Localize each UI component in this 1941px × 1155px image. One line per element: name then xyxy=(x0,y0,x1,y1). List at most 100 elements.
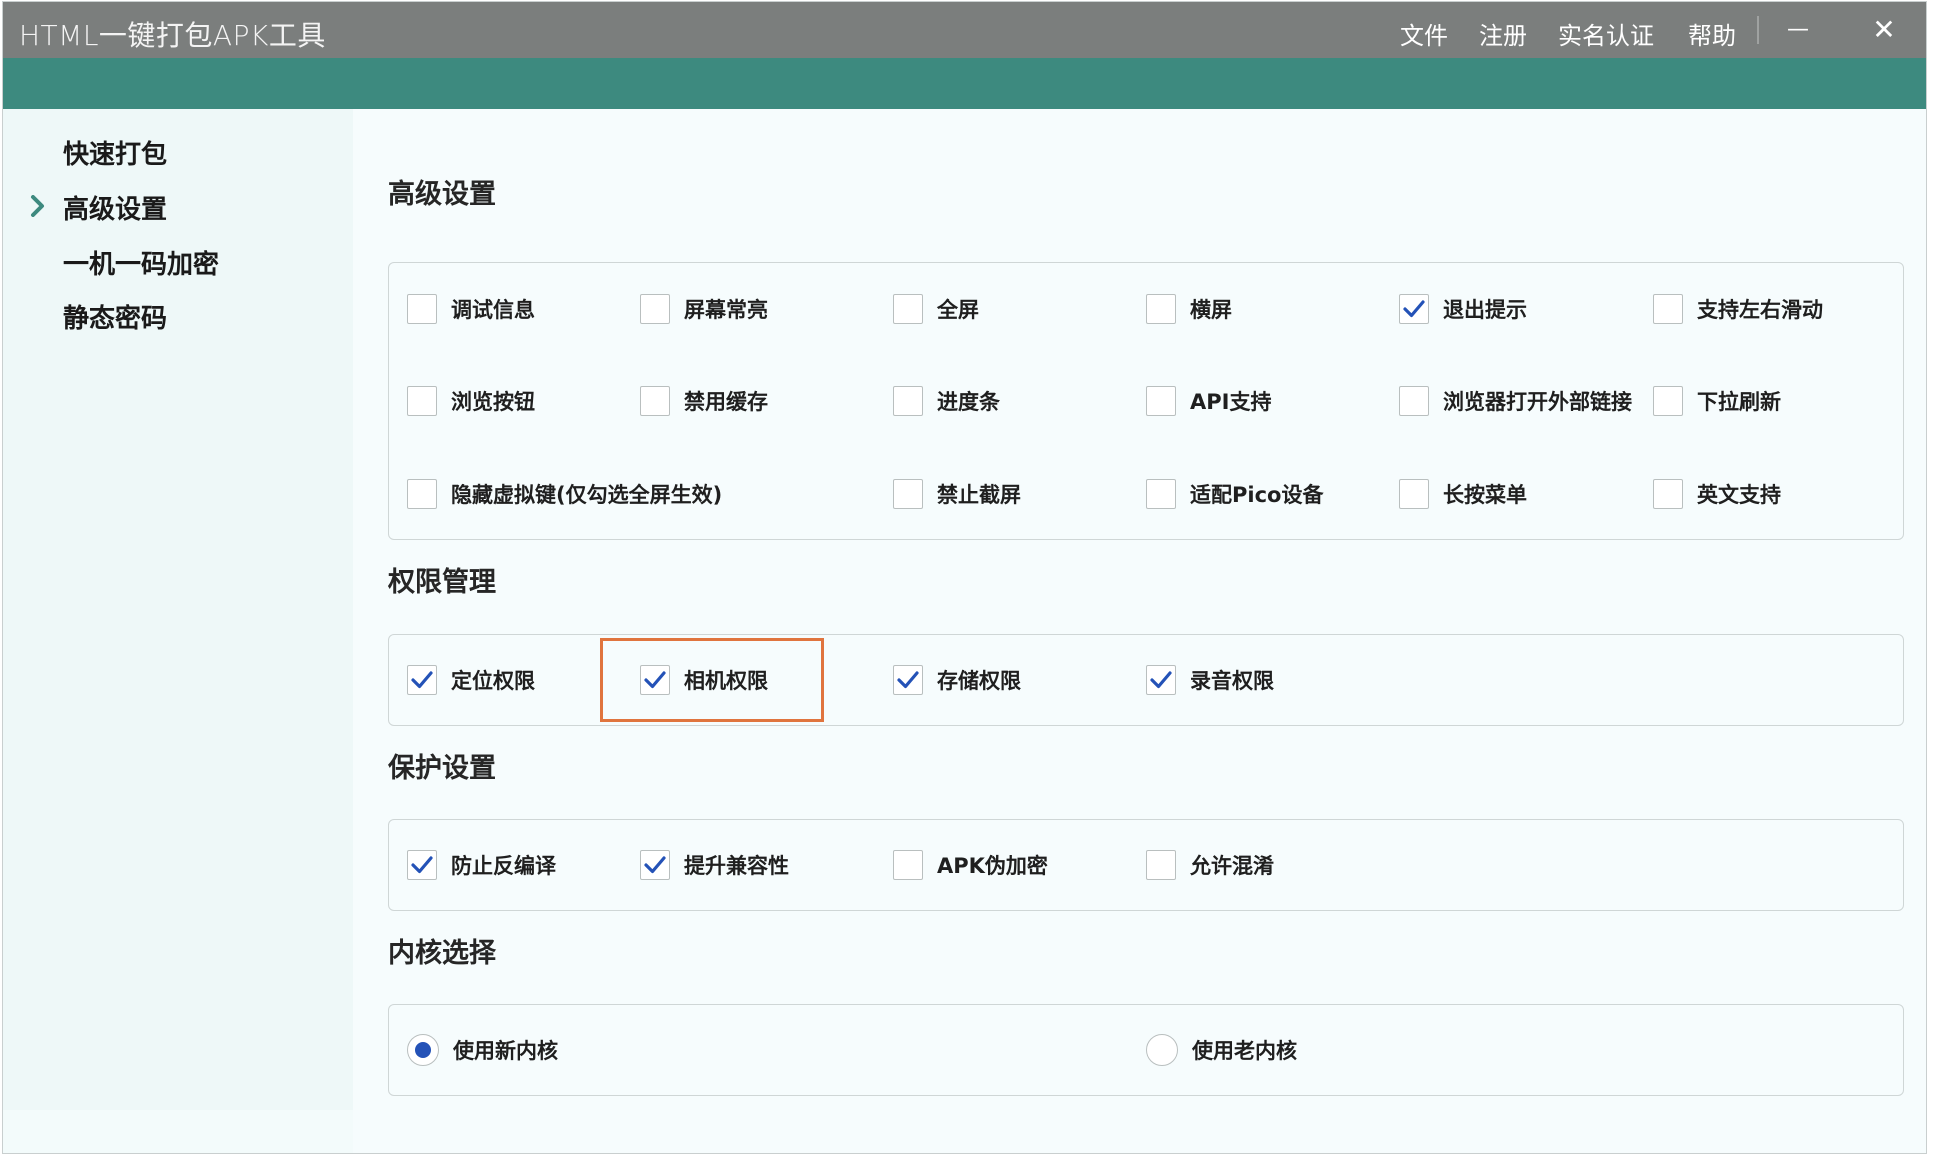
checkbox[interactable] xyxy=(1146,850,1176,880)
checkbox[interactable] xyxy=(407,665,437,695)
checkbox[interactable] xyxy=(407,479,437,509)
option-label: 调试信息 xyxy=(451,298,535,322)
checkbox-option[interactable]: 屏幕常亮 xyxy=(640,292,768,326)
checkbox[interactable] xyxy=(1146,386,1176,416)
radio-button[interactable] xyxy=(1146,1034,1178,1066)
checkbox[interactable] xyxy=(1399,294,1429,324)
checkmark-icon xyxy=(411,671,433,689)
option-label: 进度条 xyxy=(937,390,1000,414)
checkbox-option[interactable]: 下拉刷新 xyxy=(1653,384,1781,418)
checkbox[interactable] xyxy=(893,294,923,324)
checkbox-option[interactable]: 隐藏虚拟键(仅勾选全屏生效) xyxy=(407,477,722,511)
menu-file[interactable]: 文件 xyxy=(1400,16,1448,51)
checkbox-option[interactable]: 存储权限 xyxy=(893,663,1021,697)
checkbox-option[interactable]: 允许混淆 xyxy=(1146,848,1274,882)
checkbox[interactable] xyxy=(893,479,923,509)
checkbox-option[interactable]: 定位权限 xyxy=(407,663,535,697)
checkbox[interactable] xyxy=(1653,294,1683,324)
checkmark-icon xyxy=(897,671,919,689)
checkbox-option[interactable]: 退出提示 xyxy=(1399,292,1527,326)
menu-separator xyxy=(1757,16,1759,44)
nav-device-encryption[interactable]: 一机一码加密 xyxy=(63,244,219,281)
checkbox[interactable] xyxy=(640,850,670,880)
option-label: 使用新内核 xyxy=(453,1039,558,1063)
option-label: 录音权限 xyxy=(1190,669,1274,693)
checkbox-option[interactable]: 禁用缓存 xyxy=(640,384,768,418)
checkbox-option[interactable]: 适配Pico设备 xyxy=(1146,477,1323,511)
checkbox-option[interactable]: 支持左右滑动 xyxy=(1653,292,1823,326)
nav-advanced-settings[interactable]: 高级设置 xyxy=(63,189,167,226)
checkbox[interactable] xyxy=(407,294,437,324)
section-title-kernel: 内核选择 xyxy=(388,938,496,969)
checkbox[interactable] xyxy=(640,386,670,416)
menu-register[interactable]: 注册 xyxy=(1479,16,1527,51)
checkbox[interactable] xyxy=(1146,479,1176,509)
checkbox[interactable] xyxy=(1653,386,1683,416)
checkbox-option[interactable]: 全屏 xyxy=(893,292,979,326)
checkbox[interactable] xyxy=(407,850,437,880)
app-title: HTML一键打包APK工具 xyxy=(19,19,326,52)
checkbox[interactable] xyxy=(893,386,923,416)
menu-help[interactable]: 帮助 xyxy=(1688,16,1736,51)
checkmark-icon xyxy=(411,856,433,874)
option-label: 防止反编译 xyxy=(451,854,556,878)
checkbox-option[interactable]: 长按菜单 xyxy=(1399,477,1527,511)
minimize-button[interactable]: — xyxy=(1776,10,1820,50)
checkbox-option[interactable]: 浏览按钮 xyxy=(407,384,535,418)
checkbox-option[interactable]: API支持 xyxy=(1146,384,1271,418)
option-label: 英文支持 xyxy=(1697,483,1781,507)
nav-quick-pack[interactable]: 快速打包 xyxy=(63,134,167,171)
checkbox[interactable] xyxy=(893,665,923,695)
checkbox-option[interactable]: 相机权限 xyxy=(640,663,768,697)
checkbox-option[interactable]: APK伪加密 xyxy=(893,848,1048,882)
checkbox-option[interactable]: 提升兼容性 xyxy=(640,848,789,882)
option-label: 提升兼容性 xyxy=(684,854,789,878)
checkbox-option[interactable]: 防止反编译 xyxy=(407,848,556,882)
option-label: 横屏 xyxy=(1190,298,1232,322)
option-label: 支持左右滑动 xyxy=(1697,298,1823,322)
radio-dot xyxy=(415,1042,431,1058)
checkbox-option[interactable]: 英文支持 xyxy=(1653,477,1781,511)
nav-static-password[interactable]: 静态密码 xyxy=(63,298,167,335)
option-label: API支持 xyxy=(1190,390,1272,414)
checkbox-option[interactable]: 禁止截屏 xyxy=(893,477,1021,511)
option-label: 定位权限 xyxy=(451,669,535,693)
checkbox[interactable] xyxy=(893,850,923,880)
option-label: 退出提示 xyxy=(1443,298,1527,322)
checkbox[interactable] xyxy=(640,665,670,695)
checkbox[interactable] xyxy=(1399,479,1429,509)
checkbox[interactable] xyxy=(1653,479,1683,509)
checkbox-option[interactable]: 浏览器打开外部链接 xyxy=(1399,384,1632,418)
option-label: APK伪加密 xyxy=(937,854,1048,878)
option-label: 允许混淆 xyxy=(1190,854,1274,878)
checkmark-icon xyxy=(644,671,666,689)
checkbox-option[interactable]: 调试信息 xyxy=(407,292,535,326)
option-label: 全屏 xyxy=(937,298,979,322)
checkbox[interactable] xyxy=(1146,665,1176,695)
checkbox-option[interactable]: 录音权限 xyxy=(1146,663,1274,697)
close-icon: ✕ xyxy=(1872,13,1896,46)
checkbox[interactable] xyxy=(407,386,437,416)
checkbox[interactable] xyxy=(1146,294,1176,324)
radio-option[interactable]: 使用老内核 xyxy=(1146,1033,1297,1067)
checkbox-option[interactable]: 横屏 xyxy=(1146,292,1232,326)
checkmark-icon xyxy=(644,856,666,874)
checkmark-icon xyxy=(1150,671,1172,689)
option-label: 长按菜单 xyxy=(1443,483,1527,507)
checkbox[interactable] xyxy=(640,294,670,324)
option-label: 浏览器打开外部链接 xyxy=(1443,390,1632,414)
menu-real-name-auth[interactable]: 实名认证 xyxy=(1558,16,1654,51)
option-label: 禁用缓存 xyxy=(684,390,768,414)
option-label: 适配Pico设备 xyxy=(1190,483,1324,507)
radio-option[interactable]: 使用新内核 xyxy=(407,1033,558,1067)
option-label: 禁止截屏 xyxy=(937,483,1021,507)
checkbox-option[interactable]: 进度条 xyxy=(893,384,1000,418)
section-title-protection: 保护设置 xyxy=(388,753,496,784)
option-label: 相机权限 xyxy=(684,669,768,693)
option-label: 隐藏虚拟键(仅勾选全屏生效) xyxy=(451,483,723,507)
close-button[interactable]: ✕ xyxy=(1862,10,1906,50)
option-label: 浏览按钮 xyxy=(451,390,535,414)
radio-button[interactable] xyxy=(407,1034,439,1066)
section-title-permissions: 权限管理 xyxy=(388,567,496,598)
checkbox[interactable] xyxy=(1399,386,1429,416)
